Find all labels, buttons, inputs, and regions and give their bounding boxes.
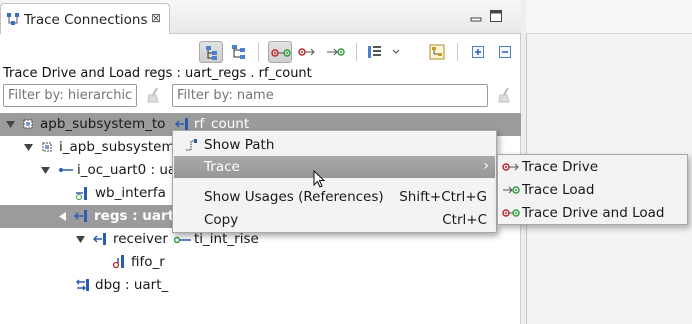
bidir-icon: [76, 279, 89, 291]
tree-label: regs : uart: [94, 208, 175, 224]
submenu-item-label: Trace Drive and Load: [522, 205, 665, 221]
instance-icon: [59, 168, 73, 172]
column-layout-button[interactable]: [364, 41, 404, 63]
menu-separator: [175, 181, 494, 182]
trace-drive-button[interactable]: [296, 41, 320, 63]
trace-description: Trace Drive and Load regs : uart_regs . …: [3, 66, 312, 81]
hierarchy-mode-icon: [206, 46, 217, 60]
minimize-icon[interactable]: [469, 9, 483, 23]
editor-tab-strip: [526, 0, 692, 34]
port-in-icon: [74, 210, 87, 222]
connection-label: ti_int_rise: [194, 231, 259, 247]
menu-item-show-usages[interactable]: Show Usages (References) Shift+Ctrl+G: [174, 186, 495, 208]
expanded-twisty-icon[interactable]: [5, 119, 16, 130]
menu-item-shortcut: Ctrl+C: [442, 212, 487, 228]
menu-item-trace[interactable]: Trace ›: [174, 156, 495, 178]
flat-mode-icon: [232, 45, 245, 59]
tree-label: fifo_r: [131, 254, 165, 270]
clear-hierarchy-filter-icon[interactable]: [145, 86, 163, 104]
trace-drive-and-load-icon: [502, 209, 520, 217]
link-editor-icon: [429, 44, 445, 60]
port-in-icon: [93, 233, 106, 245]
trace-submenu: Trace Drive Trace Load Trace Drive and L…: [497, 154, 688, 225]
menu-item-copy[interactable]: Copy Ctrl+C: [174, 209, 495, 231]
menu-item-label: Trace: [204, 159, 240, 175]
trace-load-icon: [503, 186, 520, 194]
chip-icon: [23, 119, 33, 129]
tree-label: receiver: [113, 231, 168, 247]
menu-item-label: Show Usages (References): [204, 189, 384, 205]
expand-all-button[interactable]: [466, 41, 490, 63]
tree-label: apb_subsystem_to: [40, 116, 166, 132]
hierarchy-mode-button[interactable]: [199, 41, 223, 63]
trace-drive-icon: [298, 48, 315, 56]
submenu-item-label: Trace Drive: [522, 159, 599, 175]
view-tab[interactable]: Trace Connections ⊠: [0, 3, 170, 34]
clear-name-filter-icon[interactable]: [496, 86, 514, 104]
collapsed-twisty-icon[interactable]: [57, 211, 68, 222]
submenu-item-label: Trace Load: [522, 182, 595, 198]
hierarchy-filter-input[interactable]: [3, 84, 137, 107]
trace-drive-and-load-icon: [271, 49, 291, 57]
chip-icon: [42, 142, 52, 152]
tree-label: i_apb_subsystem: [59, 139, 175, 155]
show-path-icon: [186, 139, 197, 151]
toolbar-separator: [457, 43, 458, 61]
trace-load-icon: [327, 48, 345, 56]
toolbar-separator: [258, 43, 259, 61]
expanded-twisty-icon[interactable]: [40, 165, 51, 176]
port-icon: [76, 187, 87, 200]
trace-drive-and-load-button[interactable]: [268, 41, 292, 63]
chevron-down-icon: [392, 49, 400, 54]
mouse-cursor-icon: [313, 170, 326, 188]
submenu-item-trace-drive-and-load[interactable]: Trace Drive and Load: [499, 202, 686, 225]
close-icon[interactable]: ⊠: [151, 11, 161, 25]
tree-label: wb_interfa: [95, 185, 166, 201]
column-layout-icon: [368, 46, 381, 58]
link-editor-button[interactable]: [425, 41, 449, 63]
flat-mode-button[interactable]: [227, 41, 251, 63]
view-title: Trace Connections: [24, 12, 148, 28]
tree-label: i_oc_uart0 : ua: [77, 162, 177, 178]
collapse-all-icon: [499, 46, 511, 58]
menu-item-show-path[interactable]: Show Path: [174, 134, 495, 156]
trace-drive-icon: [502, 163, 519, 171]
submenu-item-trace-drive[interactable]: Trace Drive: [499, 156, 686, 179]
expanded-twisty-icon[interactable]: [75, 234, 86, 245]
tree-label: dbg : uart_: [95, 277, 169, 293]
submenu-item-trace-load[interactable]: Trace Load: [499, 179, 686, 202]
context-menu: Show Path Trace › Show Usages (Reference…: [172, 130, 497, 233]
expand-all-icon: [472, 46, 484, 58]
load-icon: [174, 236, 191, 244]
signal-icon: [112, 255, 124, 269]
trace-load-button[interactable]: [324, 41, 348, 63]
submenu-arrow-icon: ›: [483, 158, 489, 174]
collapse-all-button[interactable]: [493, 41, 517, 63]
expanded-twisty-icon[interactable]: [23, 142, 34, 153]
trace-connections-icon: [7, 13, 19, 25]
menu-item-shortcut: Shift+Ctrl+G: [399, 189, 487, 205]
name-filter-input[interactable]: [172, 84, 488, 107]
menu-item-label: Show Path: [204, 137, 275, 153]
toolbar-separator: [356, 43, 357, 61]
menu-item-label: Copy: [204, 212, 239, 228]
maximize-icon[interactable]: [489, 9, 503, 23]
